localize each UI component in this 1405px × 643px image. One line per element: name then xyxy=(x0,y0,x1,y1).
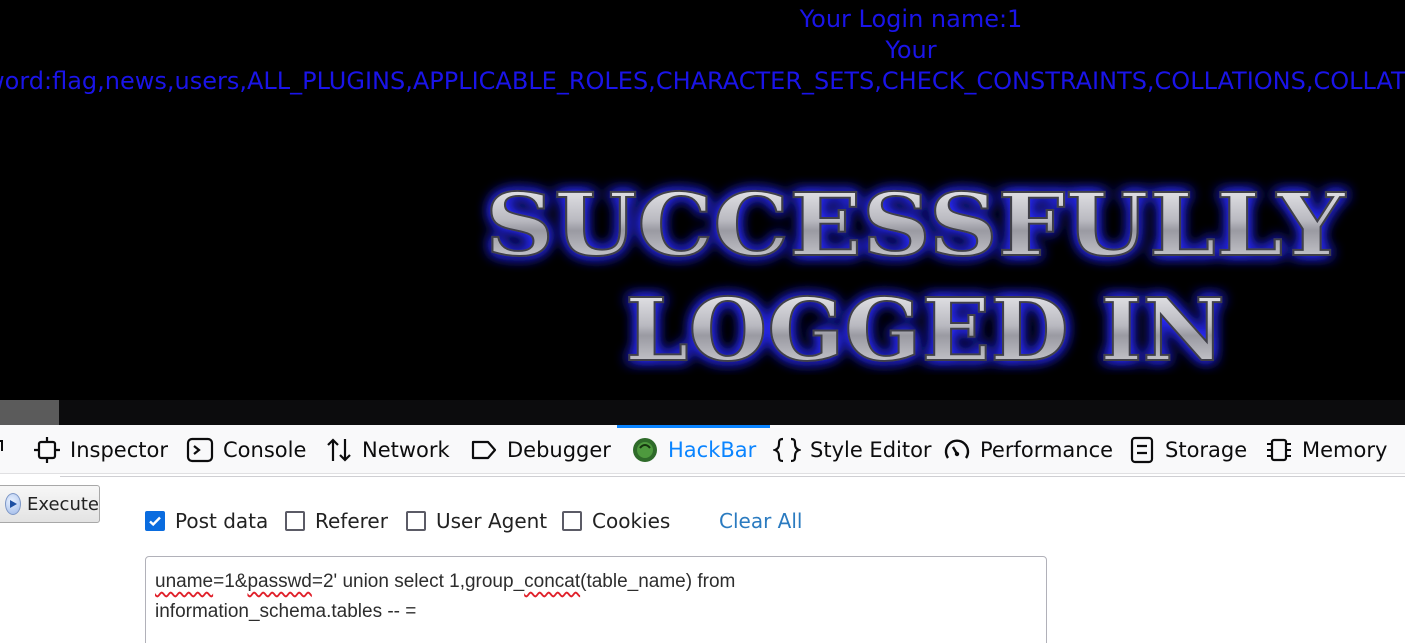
horizontal-scrollbar[interactable] xyxy=(0,400,1405,425)
tab-performance[interactable]: Performance xyxy=(943,425,1113,474)
tab-style-editor-label: Style Editor xyxy=(810,437,932,462)
scrollbar-thumb[interactable] xyxy=(0,400,59,425)
network-icon xyxy=(327,437,351,462)
tab-performance-label: Performance xyxy=(980,437,1114,462)
tab-inspector-label: Inspector xyxy=(70,437,168,462)
referer-checkbox[interactable]: Referer xyxy=(285,507,388,535)
tab-inspector[interactable]: Inspector xyxy=(33,425,168,474)
user-agent-label: User Agent xyxy=(436,509,548,533)
hackbar-icon xyxy=(633,437,657,462)
tab-console[interactable]: Console xyxy=(186,425,306,474)
banner-line2: LOGGED IN xyxy=(625,280,1225,375)
cookies-checkbox[interactable]: Cookies xyxy=(562,507,670,535)
memory-icon xyxy=(1267,438,1291,461)
post-data-text: =1& xyxy=(213,571,248,592)
tab-hackbar[interactable]: HackBar xyxy=(616,425,771,474)
post-data-label: Post data xyxy=(175,509,269,533)
checkbox-unchecked-icon[interactable] xyxy=(562,511,582,531)
spellcheck-word: concat xyxy=(524,571,581,592)
user-agent-checkbox[interactable]: User Agent xyxy=(406,507,547,535)
spellcheck-word: uname xyxy=(155,571,214,592)
tab-style-editor[interactable]: Style Editor xyxy=(773,425,932,474)
storage-icon xyxy=(1130,436,1154,463)
play-icon xyxy=(5,493,22,515)
cookies-label: Cookies xyxy=(592,509,671,533)
debugger-icon xyxy=(471,440,497,459)
checkbox-checked-icon[interactable] xyxy=(145,511,165,531)
page-viewport: Your Login name:1 Your ssword:flag,news,… xyxy=(0,0,1405,400)
tab-storage[interactable]: Storage xyxy=(1128,425,1247,474)
tab-hackbar-label: HackBar xyxy=(668,437,757,462)
devtools-panel: Inspector Console Network Debugger HackB… xyxy=(0,425,1405,643)
tab-memory-label: Memory xyxy=(1302,437,1388,462)
banner-line1: SUCCESSFULLY xyxy=(485,175,1347,276)
password-label: Your xyxy=(885,36,937,64)
checkbox-unchecked-icon[interactable] xyxy=(406,511,426,531)
tab-memory[interactable]: Memory xyxy=(1265,425,1387,474)
style-editor-icon xyxy=(773,437,801,462)
tab-network-label: Network xyxy=(362,437,450,462)
tab-network[interactable]: Network xyxy=(325,425,450,474)
post-data-text: =2' union select 1,group_ xyxy=(311,571,525,592)
login-name-text: Your Login name:1 xyxy=(799,5,1023,33)
tab-storage-label: Storage xyxy=(1165,437,1248,462)
checkbox-unchecked-icon[interactable] xyxy=(285,511,305,531)
inspector-icon xyxy=(34,436,60,463)
success-banner-image: SUCCESSFULLY LOGGED IN xyxy=(470,170,1360,382)
hackbar-panel: Execute Post data Referer User Agent Coo… xyxy=(0,474,1405,643)
tab-debugger[interactable]: Debugger xyxy=(470,425,611,474)
hackbar-url-field-edge xyxy=(60,474,1405,477)
execute-button[interactable]: Execute xyxy=(0,485,100,523)
devtools-tabbar: Inspector Console Network Debugger HackB… xyxy=(0,425,1405,474)
execute-button-label: Execute xyxy=(27,493,99,515)
spellcheck-word: passwd xyxy=(247,571,312,592)
post-data-checkbox[interactable]: Post data xyxy=(145,507,268,535)
console-icon xyxy=(186,437,214,462)
referer-label: Referer xyxy=(315,509,388,533)
tab-debugger-label: Debugger xyxy=(507,437,611,462)
performance-icon xyxy=(944,438,970,459)
element-picker-icon[interactable] xyxy=(0,435,6,463)
tab-console-label: Console xyxy=(223,437,307,462)
clear-all-link[interactable]: Clear All xyxy=(719,507,802,535)
post-data-textarea[interactable]: uname=1&passwd=2' union select 1,group_c… xyxy=(145,556,1047,643)
password-value-text: ssword:flag,news,users,ALL_PLUGINS,APPLI… xyxy=(0,67,1405,95)
